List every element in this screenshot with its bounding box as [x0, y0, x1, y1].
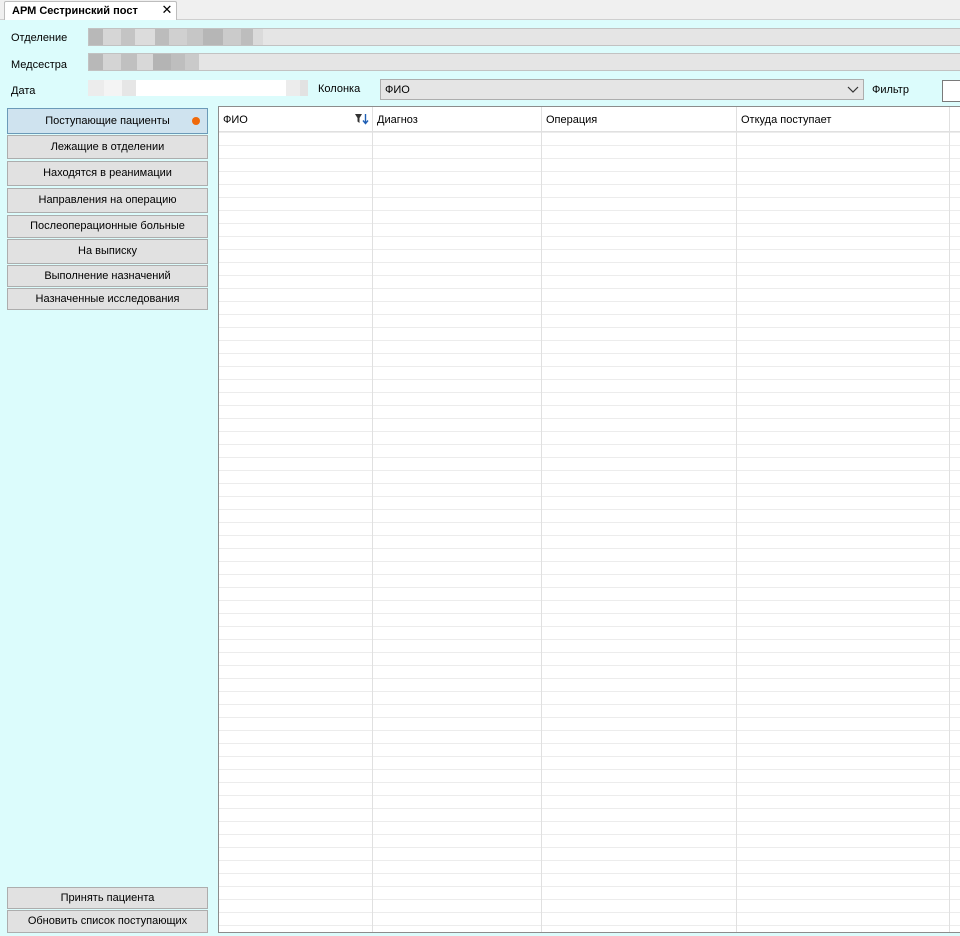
refresh-incoming-label: Обновить список поступающих — [27, 915, 188, 927]
surgery-referrals-label: Направления на операцию — [38, 194, 177, 206]
filter-input[interactable] — [942, 80, 960, 102]
in-department-button[interactable]: Лежащие в отделении — [7, 135, 208, 159]
incoming-patients-button[interactable]: Поступающие пациенты — [7, 108, 208, 134]
date-field[interactable] — [88, 80, 308, 96]
column-select[interactable]: ФИО — [380, 79, 864, 100]
nurse-field[interactable] — [88, 53, 960, 71]
accept-patient-label: Принять пациента — [60, 892, 155, 904]
prescriptions-label: Выполнение назначений — [44, 270, 171, 282]
department-label: Отделение — [11, 32, 68, 44]
tab-nurse-station[interactable]: АРМ Сестринский пост ✕ — [4, 1, 177, 21]
in-department-label: Лежащие в отделении — [50, 141, 165, 153]
column-divider — [372, 132, 373, 932]
incoming-patients-label: Поступающие пациенты — [45, 115, 170, 127]
column-header-diagnosis-label: Диагноз — [377, 114, 418, 126]
main-panel: Отделение Медсестра Дата Колонка ФИО Фил… — [0, 20, 960, 936]
icu-button[interactable]: Находятся в реанимации — [7, 161, 208, 186]
close-icon[interactable]: ✕ — [161, 3, 173, 17]
grid-header: ФИО Диагноз Операция Откуда поступает — [219, 107, 960, 132]
redacted-nurse — [89, 54, 199, 70]
column-header-fio[interactable]: ФИО — [219, 107, 373, 132]
column-divider — [736, 132, 737, 932]
refresh-incoming-button[interactable]: Обновить список поступающих — [7, 910, 208, 933]
postop-button[interactable]: Послеоперационные больные — [7, 215, 208, 238]
postop-label: Послеоперационные больные — [30, 220, 185, 232]
redacted-department — [89, 29, 263, 45]
column-label: Колонка — [318, 83, 361, 95]
column-header-operation[interactable]: Операция — [542, 107, 737, 132]
studies-label: Назначенные исследования — [35, 293, 180, 305]
column-header-fio-label: ФИО — [223, 114, 248, 126]
prescriptions-button[interactable]: Выполнение назначений — [7, 265, 208, 287]
patients-grid[interactable]: ФИО Диагноз Операция Откуда поступает — [218, 106, 960, 933]
nurse-label: Медсестра — [11, 59, 67, 71]
column-header-operation-label: Операция — [546, 114, 598, 126]
chevron-down-icon — [847, 86, 859, 93]
filter-label: Фильтр — [872, 84, 909, 96]
column-divider — [541, 132, 542, 932]
column-header-source-label: Откуда поступает — [741, 114, 832, 126]
accept-patient-button[interactable]: Принять пациента — [7, 887, 208, 909]
discharge-button[interactable]: На выписку — [7, 239, 208, 264]
icu-label: Находятся в реанимации — [43, 167, 172, 179]
column-divider — [949, 132, 950, 932]
date-label: Дата — [11, 85, 36, 97]
column-header-source[interactable]: Откуда поступает — [737, 107, 950, 132]
department-field[interactable] — [88, 28, 960, 46]
filter-sort-icon[interactable] — [355, 113, 369, 125]
surgery-referrals-button[interactable]: Направления на операцию — [7, 188, 208, 213]
studies-button[interactable]: Назначенные исследования — [7, 288, 208, 310]
column-header-diagnosis[interactable]: Диагноз — [373, 107, 542, 132]
tab-strip: АРМ Сестринский пост ✕ — [0, 0, 960, 21]
column-select-value: ФИО — [385, 84, 410, 96]
active-indicator-icon — [192, 117, 200, 125]
tab-title: АРМ Сестринский пост — [12, 5, 138, 17]
discharge-label: На выписку — [78, 245, 137, 257]
